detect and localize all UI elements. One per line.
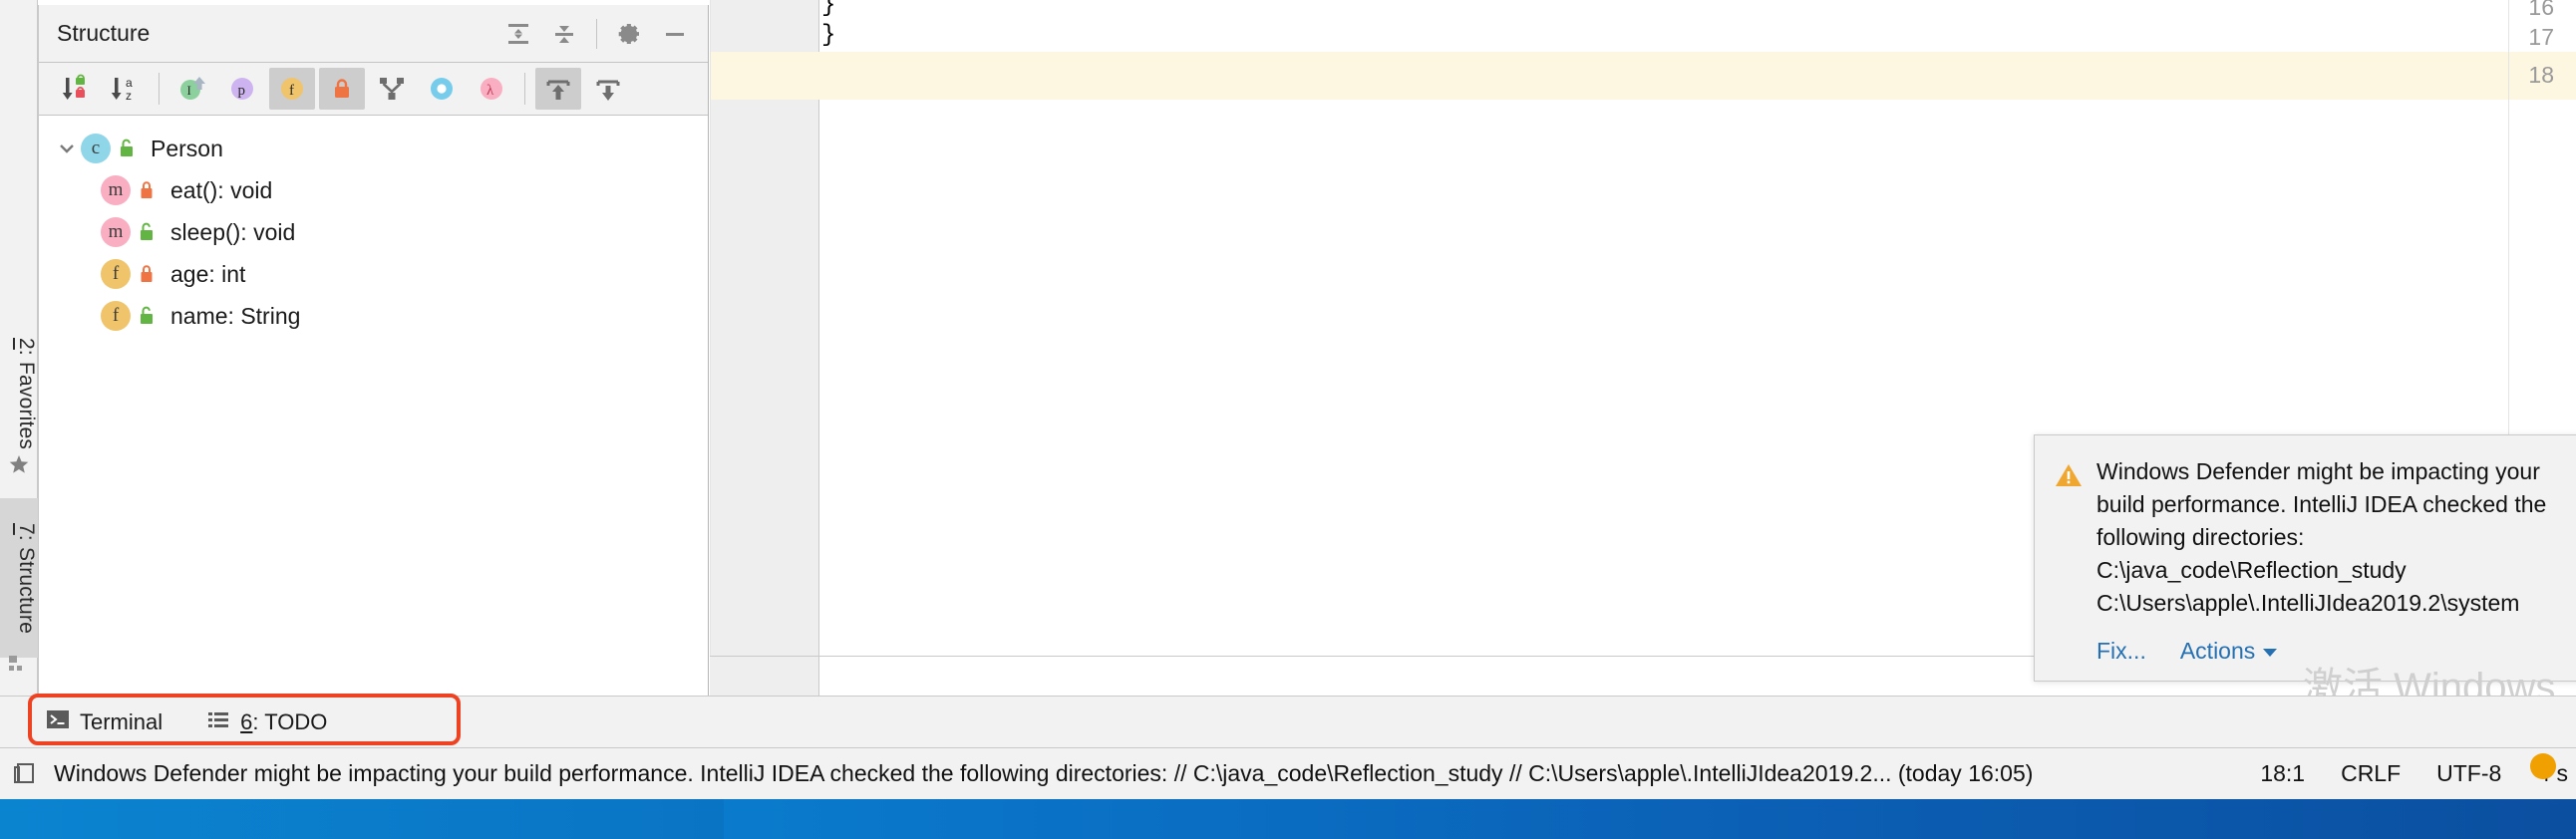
svg-text:λ: λ xyxy=(486,83,494,99)
tree-item-person[interactable]: c Person xyxy=(39,128,708,169)
tree-item-eat[interactable]: m eat(): void xyxy=(39,169,708,211)
show-inherited-icon[interactable]: I xyxy=(169,68,215,110)
notification-balloon[interactable]: Windows Defender might be impacting your… xyxy=(2034,434,2576,682)
tree-item-name[interactable]: f name: String xyxy=(39,295,708,337)
structure-toolbar: a z I p f λ xyxy=(39,63,708,116)
star-icon[interactable] xyxy=(8,453,30,475)
todo-list-icon xyxy=(206,707,230,737)
show-non-public-icon[interactable] xyxy=(319,68,365,110)
line-number: 16 xyxy=(2528,0,2554,20)
chevron-down-icon xyxy=(2263,648,2278,657)
status-message[interactable]: Windows Defender might be impacting your… xyxy=(54,760,2033,787)
structure-tab-label: 7: Structure xyxy=(15,522,38,634)
bottom-tab-label: 6: TODO xyxy=(240,708,328,734)
caret-position[interactable]: 18:1 xyxy=(2260,760,2305,787)
locked-icon xyxy=(137,263,162,285)
expand-all-icon[interactable] xyxy=(497,13,539,55)
method-badge: m xyxy=(101,175,131,205)
collapse-all-icon[interactable] xyxy=(543,13,585,55)
svg-text:z: z xyxy=(126,89,132,103)
show-fields-icon[interactable]: f xyxy=(269,68,315,110)
structure-header: Structure xyxy=(39,5,708,63)
group-methods-icon[interactable] xyxy=(369,68,415,110)
gear-icon[interactable] xyxy=(608,13,650,55)
event-log-icon[interactable] xyxy=(12,761,38,787)
structure-tool-window: Structure a z I p f λ c Person m eat(): … xyxy=(38,5,709,696)
status-bar: Windows Defender might be impacting your… xyxy=(0,747,2576,799)
field-badge: f xyxy=(101,301,131,331)
structure-header-actions xyxy=(497,5,696,63)
actions-link[interactable]: Actions xyxy=(2180,638,2278,665)
header-separator xyxy=(596,19,597,49)
autoscroll-from-source-icon[interactable] xyxy=(585,68,631,110)
file-encoding[interactable]: UTF-8 xyxy=(2436,760,2501,787)
method-badge: m xyxy=(101,217,131,247)
warning-icon xyxy=(2055,461,2083,620)
editor-gutter[interactable] xyxy=(710,0,819,696)
tray-notification-dot[interactable] xyxy=(2530,753,2556,779)
tree-item-age[interactable]: f age: int xyxy=(39,253,708,295)
unlocked-icon xyxy=(137,221,162,243)
highlighted-gutter-row xyxy=(710,52,820,100)
tree-item-label: eat(): void xyxy=(170,176,273,203)
toolbar-separator-1 xyxy=(159,73,160,105)
sidebar-item-favorites[interactable]: 2: Favorites xyxy=(0,319,38,468)
status-right-group: 18:1 CRLF UTF-8 4 s xyxy=(2260,760,2568,787)
svg-text:a: a xyxy=(126,76,133,90)
sidebar-item-structure[interactable]: 7: Structure xyxy=(0,498,38,658)
tree-item-sleep[interactable]: m sleep(): void xyxy=(39,211,708,253)
structure-icon[interactable] xyxy=(8,653,30,675)
locked-icon xyxy=(137,179,162,201)
bottom-strip-filler xyxy=(710,696,2576,747)
bottom-tab-todo[interactable]: 6: TODO xyxy=(206,707,327,737)
svg-text:p: p xyxy=(238,83,246,99)
bottom-tab-terminal[interactable]: Terminal xyxy=(46,707,162,737)
svg-text:I: I xyxy=(187,83,191,98)
show-lambdas-icon[interactable]: λ xyxy=(469,68,514,110)
structure-tree[interactable]: c Person m eat(): void m sleep(): void f… xyxy=(39,116,708,695)
sort-alphabetically-icon[interactable]: a z xyxy=(103,68,149,110)
bottom-tool-tabs: Terminal 6: TODO xyxy=(0,696,710,747)
unlocked-icon xyxy=(117,138,143,159)
autoscroll-to-source-icon[interactable] xyxy=(535,68,581,110)
tree-item-label: name: String xyxy=(170,302,301,329)
code-text: } xyxy=(821,0,836,19)
bottom-tab-label: Terminal xyxy=(80,708,163,734)
chevron-down-icon[interactable] xyxy=(53,139,81,158)
minimize-icon[interactable] xyxy=(654,13,696,55)
show-anonymous-classes-icon[interactable] xyxy=(419,68,465,110)
left-tool-strip: 2: Favorites 7: Structure xyxy=(0,0,38,777)
tree-item-label: age: int xyxy=(170,260,246,287)
code-text: } xyxy=(821,22,836,49)
line-number: 18 xyxy=(2528,62,2554,88)
notification-text: Windows Defender might be impacting your… xyxy=(2096,458,2547,616)
notification-actions: Fix... Actions xyxy=(2096,638,2569,665)
tree-item-label: sleep(): void xyxy=(170,218,296,245)
unlocked-icon xyxy=(137,305,162,327)
line-separator[interactable]: CRLF xyxy=(2341,760,2401,787)
svg-text:f: f xyxy=(289,83,294,99)
fix-link[interactable]: Fix... xyxy=(2096,638,2146,665)
show-properties-icon[interactable]: p xyxy=(219,68,265,110)
line-number: 17 xyxy=(2528,24,2554,50)
sort-by-visibility-icon[interactable] xyxy=(53,68,99,110)
class-badge: c xyxy=(81,134,111,163)
highlighted-line-row xyxy=(710,52,2576,100)
toolbar-separator-2 xyxy=(524,73,525,105)
tree-item-label: Person xyxy=(151,135,223,161)
field-badge: f xyxy=(101,259,131,289)
favorites-tab-label: 2: Favorites xyxy=(15,337,38,450)
windows-taskbar-left xyxy=(0,799,724,839)
terminal-icon xyxy=(46,707,70,737)
app-window: 2: Favorites 7: Structure Structure a z … xyxy=(0,0,2576,839)
page-title: Structure xyxy=(57,20,151,46)
